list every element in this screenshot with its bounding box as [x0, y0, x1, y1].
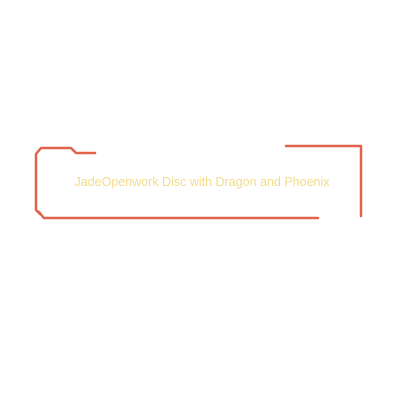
decorative-frame: [34, 144, 363, 220]
title-card: JadeOpenwork Disc with Dragon and Phoeni…: [0, 0, 400, 400]
frame-bottom-left-tick: [37, 210, 45, 219]
artwork-title: JadeOpenwork Disc with Dragon and Phoeni…: [74, 175, 330, 189]
